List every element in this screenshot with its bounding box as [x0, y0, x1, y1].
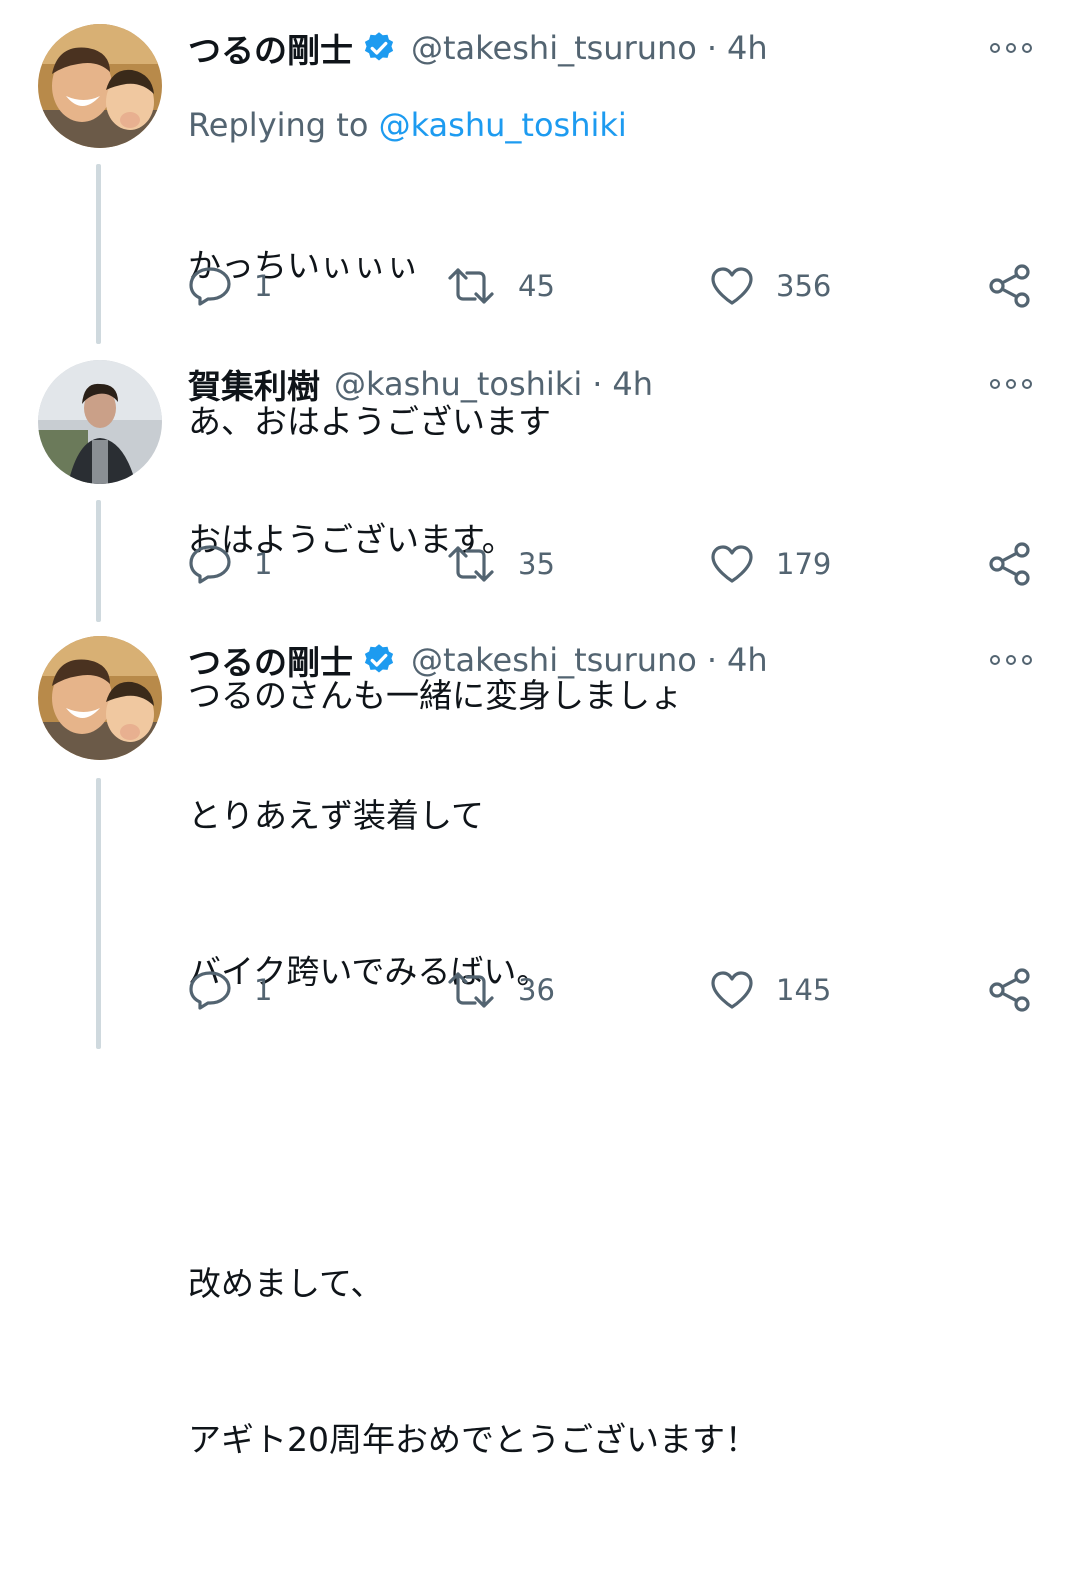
- like-count: 145: [776, 973, 832, 1007]
- tweet[interactable]: 賀集利樹 @kashu_toshiki · 4h おはようございます。 つるのさ…: [0, 360, 1075, 715]
- share-button[interactable]: [988, 262, 1032, 310]
- like-count: 179: [776, 547, 832, 581]
- avatar[interactable]: [38, 360, 162, 484]
- separator-dot: ·: [706, 29, 718, 67]
- share-icon: [989, 264, 1030, 308]
- retweet-icon: [448, 972, 494, 1008]
- verified-badge-icon: [361, 642, 397, 678]
- timestamp[interactable]: 4h: [727, 29, 768, 67]
- share-icon: [989, 542, 1030, 586]
- verified-badge-icon: [361, 30, 397, 66]
- display-name[interactable]: つるの剛士: [188, 24, 353, 72]
- display-name[interactable]: 賀集利樹: [188, 360, 320, 408]
- like-button[interactable]: 145: [710, 966, 831, 1014]
- more-icon[interactable]: [990, 374, 1032, 394]
- user-handle[interactable]: @takeshi_tsuruno: [411, 641, 697, 679]
- tweet-text-line: アギト20周年おめでとうございます！: [188, 1420, 758, 1459]
- share-button[interactable]: [988, 540, 1032, 588]
- retweet-count: 36: [518, 973, 555, 1007]
- tweet[interactable]: つるの剛士 @takeshi_tsuruno · 4h とりあえず装着して バイ…: [0, 636, 1075, 1459]
- reply-button[interactable]: 1: [188, 540, 272, 588]
- like-count: 356: [776, 269, 832, 303]
- display-name[interactable]: つるの剛士: [188, 636, 353, 684]
- retweet-icon: [448, 546, 494, 582]
- action-bar: 1 45 356: [188, 262, 1048, 310]
- separator-dot: ·: [706, 641, 718, 679]
- action-bar: 1 36 145: [188, 966, 1048, 1014]
- separator-dot: ·: [592, 365, 603, 403]
- timestamp[interactable]: 4h: [612, 365, 653, 403]
- reply-count: 1: [254, 547, 273, 581]
- tweet[interactable]: つるの剛士 @takeshi_tsuruno · 4h Replying to …: [0, 24, 1075, 441]
- like-icon: [711, 267, 753, 305]
- retweet-button[interactable]: 45: [446, 262, 555, 310]
- timestamp[interactable]: 4h: [727, 641, 768, 679]
- avatar[interactable]: [38, 24, 162, 148]
- like-icon: [711, 545, 753, 583]
- reply-icon: [189, 267, 231, 306]
- like-button[interactable]: 356: [710, 262, 831, 310]
- reply-button[interactable]: 1: [188, 966, 272, 1014]
- retweet-button[interactable]: 36: [446, 966, 555, 1014]
- more-icon[interactable]: [990, 650, 1032, 670]
- tweet-text-line: 改めまして、: [188, 1264, 384, 1303]
- share-icon: [989, 968, 1030, 1012]
- reply-icon: [189, 971, 231, 1010]
- like-button[interactable]: 179: [710, 540, 831, 588]
- tweet-text-line: [188, 1102, 758, 1154]
- action-bar: 1 35 179: [188, 540, 1048, 588]
- reply-count: 1: [254, 269, 273, 303]
- user-handle[interactable]: @kashu_toshiki: [334, 365, 582, 403]
- user-handle[interactable]: @takeshi_tsuruno: [411, 29, 697, 67]
- like-icon: [711, 971, 753, 1009]
- tweet-text: とりあえず装着して バイク跨いでみるばい。 改めまして、 アギト20周年おめでと…: [188, 686, 758, 1570]
- retweet-icon: [448, 268, 494, 304]
- avatar[interactable]: [38, 636, 162, 760]
- retweet-count: 35: [518, 547, 555, 581]
- reply-button[interactable]: 1: [188, 262, 272, 310]
- retweet-count: 45: [518, 269, 555, 303]
- retweet-button[interactable]: 35: [446, 540, 555, 588]
- more-icon[interactable]: [990, 38, 1032, 58]
- tweet-text-line: とりあえず装着して: [188, 796, 485, 835]
- share-button[interactable]: [988, 966, 1032, 1014]
- reply-icon: [189, 545, 231, 584]
- reply-count: 1: [254, 973, 273, 1007]
